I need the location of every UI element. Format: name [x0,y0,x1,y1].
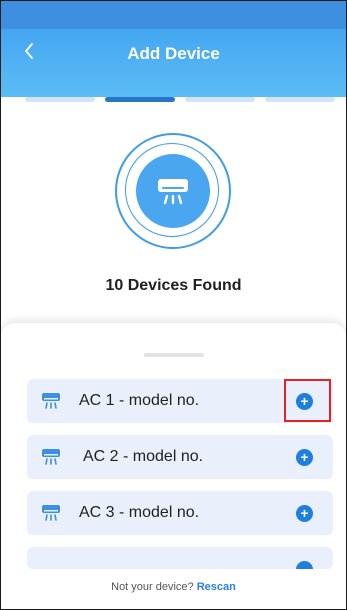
rescan-link[interactable]: Rescan [197,581,236,593]
header-bar: Add Device [1,29,346,97]
device-badge [136,154,210,228]
step-progress [25,97,335,105]
add-circle-icon: + [300,505,309,521]
status-bar [1,1,346,29]
progress-step-3 [185,97,255,102]
device-row-partial[interactable] [27,547,333,569]
highlight-box [284,379,331,422]
progress-step-4 [265,97,335,102]
app-screen: Add Device 10 Devices Found AC 1 - model… [0,0,347,610]
device-name: AC 2 - model no. [83,448,204,465]
device-row-2[interactable]: AC 2 - model no. + [27,435,333,479]
device-name: AC 3 - model no. [79,504,200,521]
progress-step-2-active [105,97,175,102]
device-name: AC 1 - model no. [79,392,200,409]
footer-prompt: Not your device? Rescan [1,581,346,593]
page-title: Add Device [127,44,220,63]
device-row-3[interactable]: AC 3 - model no. + [27,491,333,535]
add-device-button[interactable]: + [296,449,313,466]
scan-graphic [115,133,231,249]
footer-text: Not your device? [111,581,194,593]
air-conditioner-icon [158,179,188,205]
add-circle-icon: + [300,449,309,465]
add-device-button[interactable] [296,561,313,569]
air-conditioner-icon [42,505,60,521]
sheet-drag-handle[interactable] [144,353,204,357]
add-device-button[interactable]: + [296,505,313,522]
air-conditioner-icon [42,449,60,465]
air-conditioner-icon [42,393,60,409]
progress-step-1 [25,97,95,102]
devices-found-text: 10 Devices Found [105,277,242,294]
